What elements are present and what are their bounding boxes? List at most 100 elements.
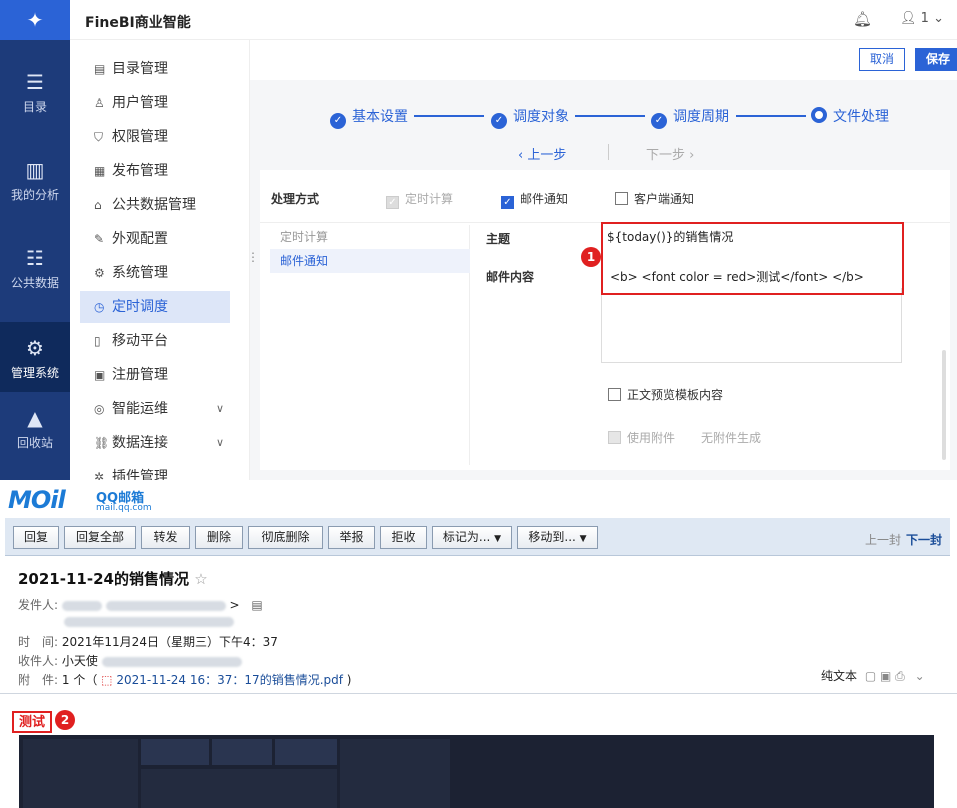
plain-text-link[interactable]: 纯文本 [821,669,857,683]
cancel-button[interactable]: 取消 [859,48,905,71]
prev-step-button[interactable]: ‹ 上一步 [518,144,566,163]
qq-mail-logo: MOil [8,486,66,514]
publish-icon: ▦ [94,164,106,178]
use-attachment-checkbox[interactable]: 使用附件 [608,429,675,446]
next-mail-link[interactable]: 下一封 [906,531,942,548]
bell-icon[interactable]: 🔔︎ [853,10,872,28]
step-label: 基本设置 [352,109,408,125]
sub-item-email[interactable]: 邮件通知 [270,249,470,273]
menu-item-catalog[interactable]: ▤ 目录管理 [80,53,230,85]
menu-item-appearance[interactable]: ✎ 外观配置 [80,223,230,255]
permanent-delete-button[interactable]: 彻底删除 [248,526,323,549]
content-textarea-lower[interactable] [601,288,902,363]
menu-item-schedule[interactable]: ◷ 定时调度 [80,291,230,323]
step-object[interactable]: ✓ 调度对象 [491,106,569,129]
delete-button[interactable]: 删除 [195,526,243,549]
report-button[interactable]: 举报 [328,526,375,549]
timed-calc-checkbox[interactable]: ✓ 定时计算 [386,190,453,209]
caret-down-icon: ▼ [579,534,587,544]
email-notify-checkbox[interactable]: ✓ 邮件通知 [501,190,568,209]
rail-item-management[interactable]: ⚙ 管理系统 [0,322,70,392]
menu-item-publish[interactable]: ▦ 发布管理 [80,155,230,187]
user-menu[interactable]: 👤︎ 1 ⌄ [900,11,944,26]
print-icon[interactable]: ▢ ▣ ⎙ [865,669,905,683]
rail-item-label: 管理系统 [10,366,59,380]
step-label: 文件处理 [833,109,889,125]
user-icon: 👤︎ [900,11,917,26]
chevron-down-icon[interactable]: ⌄ [915,669,925,683]
reject-button[interactable]: 拒收 [380,526,427,549]
app-logo-icon[interactable]: ✦ [0,0,70,40]
attachment-count: 1 个（ [61,673,98,687]
time-value: 2021年11月24日（星期三）下午4：37 [61,635,278,649]
drag-handle-icon[interactable]: ⋮ [247,250,259,264]
subject-label: 主题 [486,232,511,246]
menu-item-public-data[interactable]: ⌂ 公共数据管理 [80,189,230,221]
processing-sub-list: 定时计算 邮件通知 [270,225,470,465]
check-icon: ✓ [491,113,507,129]
menu-item-permissions[interactable]: ⛉ 权限管理 [80,121,230,153]
checkbox-icon [608,388,621,401]
menu-item-label: 用户管理 [112,95,168,111]
attachment-file-link[interactable]: 2021-11-24 16：37：17的销售情况.pdf [116,673,343,687]
rail-item-catalog[interactable]: ☰ 目录 [0,56,70,128]
menu-item-label: 目录管理 [112,61,168,77]
reply-all-button[interactable]: 回复全部 [64,526,136,549]
save-button[interactable]: 保存 [915,48,957,71]
home-icon: ⌂ [94,198,102,212]
forward-button[interactable]: 转发 [141,526,190,549]
checkbox-label: 使用附件 [627,431,676,445]
chevron-left-icon: ‹ [518,148,524,163]
move-to-dropdown[interactable]: 移动到... ▼ [517,526,598,549]
rail-item-label: 回收站 [16,436,53,450]
menu-item-register[interactable]: ▣ 注册管理 [80,359,230,391]
rail-item-public-data[interactable]: ☷ 公共数据 [0,232,70,304]
dashboard-panel [23,739,138,808]
reply-button[interactable]: 回复 [13,526,59,549]
mark-as-dropdown[interactable]: 标记为... ▼ [432,526,512,549]
checkbox-label: 正文预览模板内容 [627,388,724,402]
step-period[interactable]: ✓ 调度周期 [651,106,729,129]
client-notify-checkbox[interactable]: 客户端通知 [615,190,694,207]
rail-item-analysis[interactable]: ▥ 我的分析 [0,144,70,216]
step-file[interactable]: 文件处理 [811,106,889,126]
step-connector [414,115,484,117]
menu-item-data-connection[interactable]: ⛓ 数据连接 ∨ [80,427,230,459]
chevron-right-icon: › [689,148,695,163]
next-step-label: 下一步 [646,148,686,163]
menu-item-ops[interactable]: ◎ 智能运维 ∨ [80,393,230,425]
menu-item-label: 发布管理 [112,163,168,179]
mark-as-label: 标记为... [442,530,491,544]
step-label: 调度周期 [673,109,729,125]
highlight-box [601,222,904,295]
menu-item-system[interactable]: ⚙ 系统管理 [80,257,230,289]
app-title: FineBI商业智能 [85,15,191,31]
menu-item-users[interactable]: ♙ 用户管理 [80,87,230,119]
menu-item-label: 智能运维 [112,401,168,417]
chevron-down-icon: ∨ [215,436,224,449]
chevron-down-icon: ∨ [215,402,224,415]
current-step-icon [811,107,827,123]
contact-card-icon[interactable]: ▤ [251,598,262,612]
check-icon: ✓ [330,113,346,129]
menu-item-mobile[interactable]: ▯ 移动平台 [80,325,230,357]
prev-mail-link[interactable]: 上一封 [865,531,901,548]
step-basic[interactable]: ✓ 基本设置 [330,106,408,129]
caret-down-icon: ▼ [494,534,502,544]
schedule-editor: 取消 保存 ✓ 基本设置 ✓ 调度对象 ✓ 调度周期 文件处理 ‹ 上一步 下一步 ›… [247,40,957,480]
menu-item-label: 定时调度 [112,299,168,315]
star-icon[interactable]: ☆ [194,570,207,588]
scrollbar[interactable] [942,350,946,460]
sub-item-timed-calc[interactable]: 定时计算 [270,225,470,249]
analysis-icon: ▥ [25,158,45,182]
prev-step-label: 上一步 [527,148,567,163]
rail-item-recycle[interactable]: ▲ 回收站 [0,392,70,464]
annotation-badge-1: 1 [581,247,601,267]
menu-item-plugins[interactable]: ✲ 插件管理 [80,461,230,480]
preview-template-checkbox[interactable]: 正文预览模板内容 [608,386,723,403]
user-icon: ♙ [94,96,105,110]
checkbox-label: 客户端通知 [634,192,695,206]
next-step-button[interactable]: 下一步 › [646,144,694,163]
menu-item-label: 公共数据管理 [112,197,196,213]
qq-mail-view: MOil QQ邮箱 mail.qq.com 回复 回复全部 转发 删除 彻底删除… [0,480,957,808]
